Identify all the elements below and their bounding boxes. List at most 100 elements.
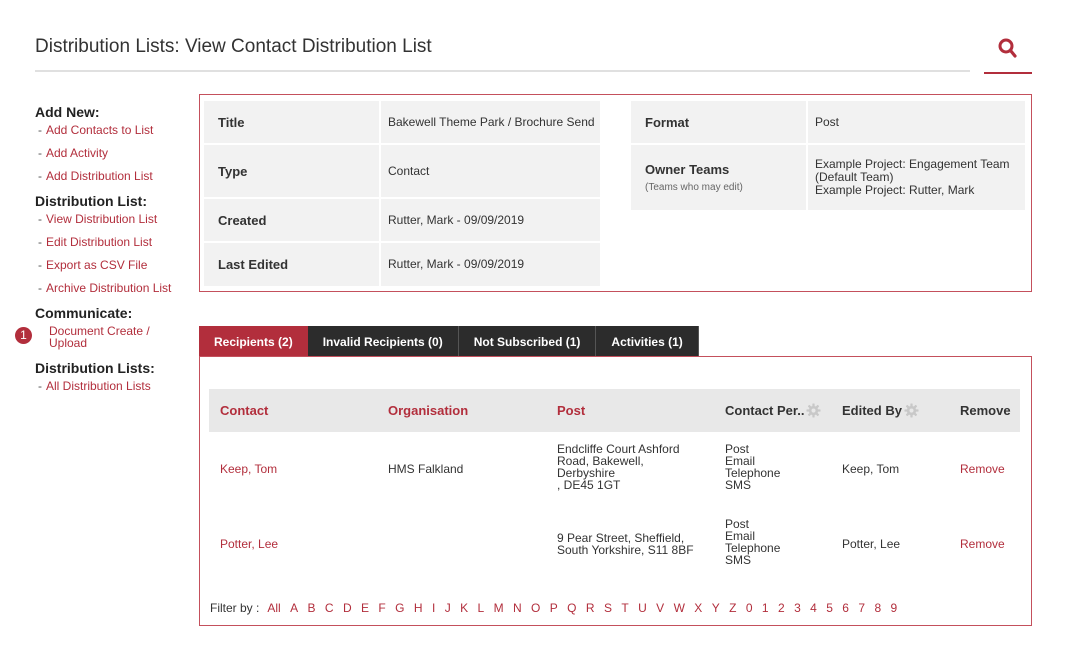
filter-option-o[interactable]: O (531, 601, 540, 615)
gear-icon[interactable] (806, 403, 821, 418)
tab-not-subscribed[interactable]: Not Subscribed (1) (458, 326, 597, 357)
filter-option-m[interactable]: M (494, 601, 504, 615)
column-header-label: Contact Per.. (725, 403, 805, 418)
filter-option-f[interactable]: F (378, 601, 385, 615)
filter-option-a[interactable]: A (290, 601, 298, 615)
sidebar-link-label: View Distribution List (46, 212, 158, 226)
filter-option-g[interactable]: G (395, 601, 404, 615)
sidebar-link-all-distribution-lists[interactable]: - All Distribution Lists (35, 380, 175, 392)
column-header-organisation[interactable]: Organisation (388, 389, 468, 432)
filter-option-8[interactable]: 8 (874, 601, 881, 615)
owner-team-2: Example Project: Rutter, Mark (815, 183, 975, 197)
filter-option-l[interactable]: L (477, 601, 484, 615)
contact-preferences-cell: Post Email Telephone SMS (725, 443, 780, 491)
alphabet-filter: Filter by : All A B C D E F G H I J K L M N O P Q R S T U V W X Y… (210, 601, 907, 615)
filter-option-5[interactable]: 5 (826, 601, 833, 615)
created-label: Created (204, 199, 379, 241)
sidebar-link-edit-distribution-list[interactable]: - Edit Distribution List (35, 236, 175, 248)
contact-link[interactable]: Potter, Lee (220, 529, 278, 559)
column-header-label: Edited By (842, 403, 902, 418)
filter-option-e[interactable]: E (361, 601, 369, 615)
title-value: Bakewell Theme Park / Brochure Send (381, 101, 600, 143)
filter-label: Filter by : (210, 601, 260, 615)
sidebar-link-label: Add Activity (46, 146, 109, 160)
bullet-dash: - (38, 169, 42, 183)
filter-option-v[interactable]: V (656, 601, 664, 615)
page-title: Distribution Lists: View Contact Distrib… (35, 36, 432, 57)
filter-option-q[interactable]: Q (567, 601, 576, 615)
filter-options: All A B C D E F G H I J K L M N O P Q R S T U V W X Y Z 0 1 2 3 4 5 6 7 8 9 (267, 601, 906, 615)
filter-option-s[interactable]: S (604, 601, 612, 615)
organisation-cell: HMS Falkland (388, 462, 464, 476)
filter-option-z[interactable]: Z (729, 601, 736, 615)
filter-option-d[interactable]: D (343, 601, 352, 615)
bullet-dash: - (38, 258, 42, 272)
sidebar-link-add-activity[interactable]: - Add Activity (35, 147, 175, 159)
sidebar-link-add-contacts[interactable]: - Add Contacts to List (35, 124, 175, 136)
edited-by-cell: Potter, Lee (842, 537, 901, 551)
column-header-contact[interactable]: Contact (220, 389, 268, 432)
type-value: Contact (381, 145, 600, 197)
filter-option-1[interactable]: 1 (762, 601, 769, 615)
post-line: , DE45 1GT (557, 478, 621, 492)
filter-option-6[interactable]: 6 (842, 601, 849, 615)
remove-link[interactable]: Remove (960, 529, 1005, 559)
sidebar-link-view-distribution-list[interactable]: - View Distribution List (35, 213, 175, 225)
filter-option-7[interactable]: 7 (858, 601, 865, 615)
tab-recipients[interactable]: Recipients (2) (199, 326, 308, 357)
bullet-dash: - (38, 281, 42, 295)
filter-option-k[interactable]: K (460, 601, 468, 615)
recipient-tabs: Recipients (2) Invalid Recipients (0) No… (199, 326, 699, 357)
filter-option-x[interactable]: X (694, 601, 702, 615)
sidebar-link-label: Document Create / Upload (49, 324, 150, 350)
sidebar-link-label: All Distribution Lists (46, 379, 151, 393)
edited-by-cell: Keep, Tom (842, 462, 900, 476)
last-edited-label: Last Edited (204, 243, 379, 286)
owner-teams-label: Owner Teams (Teams who may edit) (631, 145, 806, 210)
filter-option-h[interactable]: H (414, 601, 423, 615)
filter-option-b[interactable]: B (307, 601, 315, 615)
contact-preferences-cell: Post Email Telephone SMS (725, 518, 780, 566)
format-value: Post (808, 101, 1025, 143)
contact-link[interactable]: Keep, Tom (220, 454, 277, 484)
type-label: Type (204, 145, 379, 197)
filter-option-all[interactable]: All (267, 601, 280, 615)
filter-option-c[interactable]: C (325, 601, 334, 615)
recipients-panel: Contact Organisation Post Contact Per.. … (199, 356, 1032, 626)
filter-option-4[interactable]: 4 (810, 601, 817, 615)
sidebar-heading-communicate: Communicate: (35, 305, 133, 321)
filter-option-9[interactable]: 9 (891, 601, 898, 615)
filter-option-r[interactable]: R (586, 601, 595, 615)
search-icon (998, 38, 1017, 58)
owner-teams-subtitle: (Teams who may edit) (645, 182, 743, 193)
sidebar-link-label: Add Contacts to List (46, 123, 154, 137)
post-cell: Endcliffe Court Ashford Road, Bakewell, … (557, 443, 680, 491)
filter-option-y[interactable]: Y (712, 601, 720, 615)
column-header-edited-by: Edited By (842, 389, 919, 432)
filter-option-u[interactable]: U (638, 601, 647, 615)
tab-invalid-recipients[interactable]: Invalid Recipients (0) (307, 326, 459, 357)
filter-option-3[interactable]: 3 (794, 601, 801, 615)
search-button[interactable] (984, 34, 1032, 74)
filter-option-i[interactable]: I (432, 601, 435, 615)
created-value: Rutter, Mark - 09/09/2019 (381, 199, 600, 241)
filter-option-n[interactable]: N (513, 601, 522, 615)
filter-option-t[interactable]: T (621, 601, 628, 615)
post-line: South Yorkshire, S11 8BF (557, 543, 694, 557)
filter-option-2[interactable]: 2 (778, 601, 785, 615)
filter-option-j[interactable]: J (445, 601, 451, 615)
sidebar-link-export-csv[interactable]: - Export as CSV File (35, 259, 175, 271)
sidebar-heading-distribution-list: Distribution List: (35, 193, 147, 209)
remove-link[interactable]: Remove (960, 454, 1005, 484)
sidebar: Add New: - Add Contacts to List - Add Acti… (15, 104, 175, 403)
filter-option-w[interactable]: W (674, 601, 685, 615)
sidebar-link-add-distribution-list[interactable]: - Add Distribution List (35, 170, 175, 182)
filter-option-0[interactable]: 0 (746, 601, 753, 615)
sidebar-link-archive-distribution-list[interactable]: - Archive Distribution List (35, 282, 175, 294)
filter-option-p[interactable]: P (550, 601, 558, 615)
preference-item: SMS (725, 553, 752, 567)
tab-activities[interactable]: Activities (1) (596, 326, 699, 357)
sidebar-link-document-create[interactable]: 1 Document Create / Upload (15, 324, 175, 350)
gear-icon[interactable] (904, 403, 919, 418)
column-header-post[interactable]: Post (557, 389, 585, 432)
